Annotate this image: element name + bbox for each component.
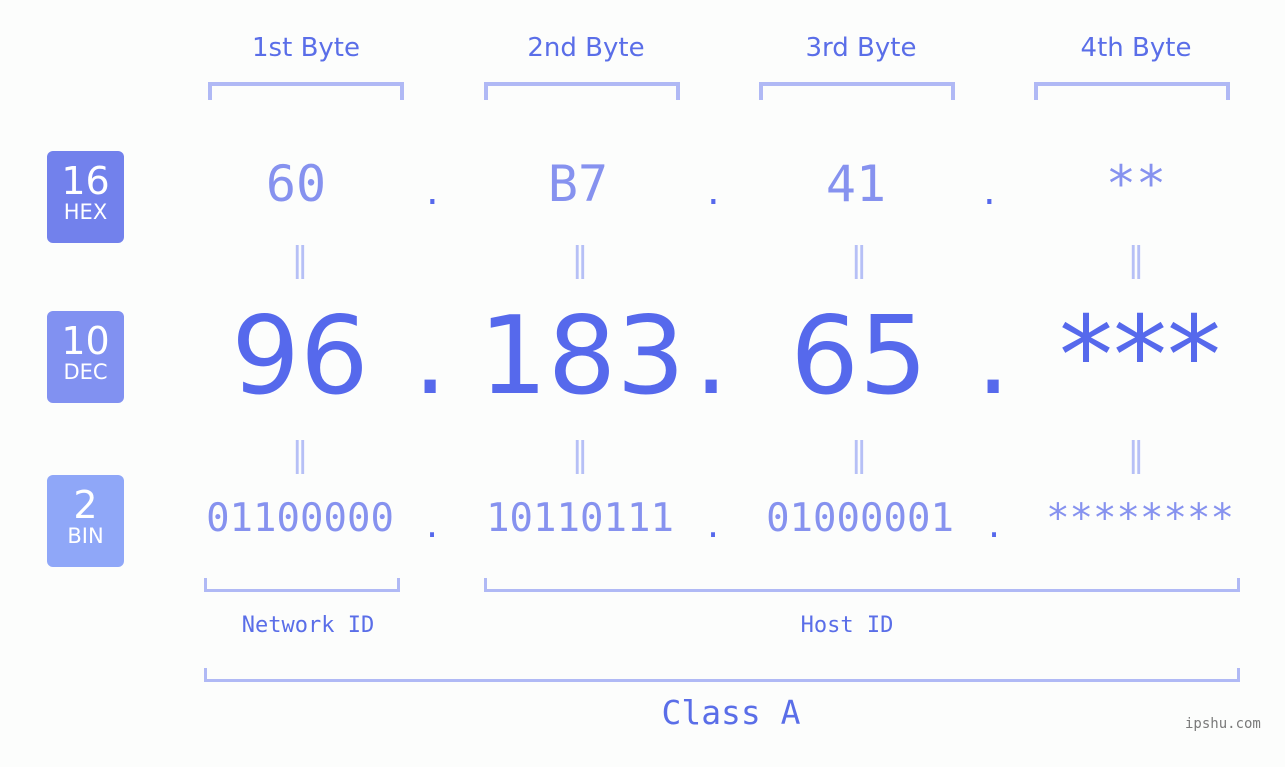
bracket-byte-3 xyxy=(759,82,955,100)
class-label: Class A xyxy=(661,693,801,732)
watermark: ipshu.com xyxy=(1185,716,1261,732)
bin-byte-3: 01000001 xyxy=(766,496,954,541)
bin-separator-1: . xyxy=(426,502,439,546)
equals-icon: ‖ xyxy=(291,435,309,475)
dec-byte-3: 65 xyxy=(790,294,928,419)
network-id-label: Network ID xyxy=(241,613,375,638)
dec-byte-2: 183 xyxy=(478,294,686,419)
dec-badge-label: DEC xyxy=(63,360,108,384)
dec-separator-1: . xyxy=(413,294,448,419)
header-byte-3: 3rd Byte xyxy=(805,33,917,63)
bin-badge: 2 BIN xyxy=(47,475,124,567)
dec-byte-1: 96 xyxy=(231,294,369,419)
equals-icon: ‖ xyxy=(850,435,868,475)
host-id-label: Host ID xyxy=(800,613,894,638)
hex-byte-1: 60 xyxy=(265,155,327,213)
equals-icon: ‖ xyxy=(571,240,589,280)
equals-icon: ‖ xyxy=(1127,435,1145,475)
hex-separator-2: . xyxy=(707,168,720,214)
bin-byte-4: ******** xyxy=(1046,496,1234,541)
hex-badge: 16 HEX xyxy=(47,151,124,243)
bin-badge-label: BIN xyxy=(67,524,104,548)
dec-badge: 10 DEC xyxy=(47,311,124,403)
bracket-byte-2 xyxy=(484,82,680,100)
bracket-byte-4 xyxy=(1034,82,1230,100)
bin-byte-2: 10110111 xyxy=(486,496,674,541)
bin-badge-base: 2 xyxy=(73,483,98,527)
equals-icon: ‖ xyxy=(571,435,589,475)
bin-separator-3: . xyxy=(988,502,1001,546)
hex-byte-2: B7 xyxy=(547,155,609,213)
equals-icon: ‖ xyxy=(291,240,309,280)
hex-byte-4: ** xyxy=(1105,155,1167,213)
hex-separator-1: . xyxy=(426,168,439,214)
host-id-bracket xyxy=(484,578,1240,592)
bin-byte-1: 01100000 xyxy=(206,496,394,541)
bracket-byte-1 xyxy=(208,82,404,100)
hex-separator-3: . xyxy=(983,168,996,214)
equals-icon: ‖ xyxy=(1127,240,1145,280)
header-byte-2: 2nd Byte xyxy=(527,33,645,63)
class-bracket xyxy=(204,668,1240,682)
dec-badge-base: 10 xyxy=(61,319,110,363)
bin-separator-2: . xyxy=(707,502,720,546)
hex-badge-base: 16 xyxy=(61,159,110,203)
dec-byte-4: *** xyxy=(1059,294,1221,419)
network-id-bracket xyxy=(204,578,400,592)
dec-separator-2: . xyxy=(694,294,729,419)
equals-icon: ‖ xyxy=(850,240,868,280)
hex-byte-3: 41 xyxy=(825,155,887,213)
header-byte-1: 1st Byte xyxy=(252,33,360,63)
dec-separator-3: . xyxy=(976,294,1011,419)
header-byte-4: 4th Byte xyxy=(1080,33,1192,63)
hex-badge-label: HEX xyxy=(63,200,108,224)
